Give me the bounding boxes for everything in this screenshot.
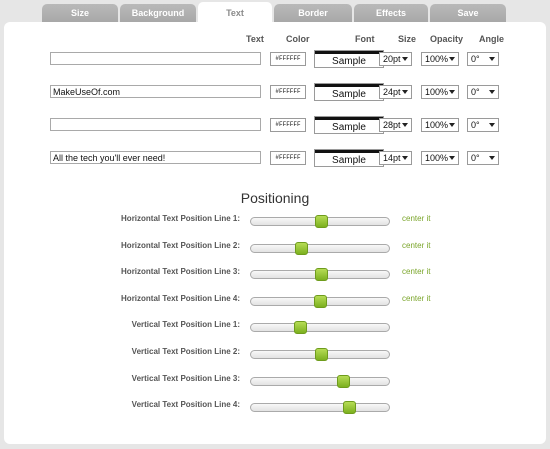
chevron-down-icon xyxy=(402,90,408,94)
chevron-down-icon xyxy=(449,156,455,160)
chevron-down-icon xyxy=(402,57,408,61)
tab-background[interactable]: Background xyxy=(120,4,196,23)
header-text: Text xyxy=(246,34,264,44)
position-label: Horizontal Text Position Line 2: xyxy=(121,240,240,250)
position-slider[interactable] xyxy=(250,241,390,255)
size-select-line-2[interactable]: 24pt xyxy=(379,85,412,99)
opacity-select-line-4[interactable]: 100% xyxy=(421,151,459,165)
size-value: 24pt xyxy=(383,87,401,97)
slider-handle[interactable] xyxy=(315,268,328,282)
opacity-value: 100% xyxy=(425,120,449,130)
opacity-value: 100% xyxy=(425,54,449,64)
position-slider[interactable] xyxy=(250,294,390,308)
chevron-down-icon xyxy=(489,57,495,61)
tab-effects[interactable]: Effects xyxy=(354,4,428,23)
angle-value: 0° xyxy=(471,87,480,97)
slider-handle[interactable] xyxy=(315,215,328,228)
size-value: 28pt xyxy=(383,120,401,130)
header-angle: Angle xyxy=(479,34,505,44)
position-label: Horizontal Text Position Line 1: xyxy=(121,214,240,223)
opacity-select-line-1[interactable]: 100% xyxy=(421,52,459,66)
font-picker-line-1[interactable]: Sample xyxy=(314,50,384,68)
angle-value: 0° xyxy=(471,120,480,130)
chevron-down-icon xyxy=(402,123,408,127)
font-picker-line-3[interactable]: Sample xyxy=(314,116,384,134)
position-slider[interactable] xyxy=(250,321,390,335)
text-input-line-4[interactable] xyxy=(50,151,261,164)
font-picker-line-2[interactable]: Sample xyxy=(314,83,384,101)
size-value: 14pt xyxy=(383,153,401,163)
angle-select-line-4[interactable]: 0° xyxy=(467,151,499,165)
size-select-line-3[interactable]: 28pt xyxy=(379,118,412,132)
angle-value: 0° xyxy=(471,153,480,163)
color-picker-line-3[interactable]: #FFFFFF xyxy=(270,118,306,132)
font-preview-bar xyxy=(315,84,383,87)
tab-border[interactable]: Border xyxy=(274,4,352,23)
text-input-line-2[interactable] xyxy=(50,85,261,98)
center-it-link[interactable]: center it xyxy=(402,294,430,303)
size-select-line-1[interactable]: 20pt xyxy=(379,52,412,66)
font-sample-text: Sample xyxy=(332,155,366,166)
tab-save[interactable]: Save xyxy=(430,4,506,23)
angle-value: 0° xyxy=(471,54,480,64)
font-preview-bar xyxy=(315,117,383,120)
opacity-select-line-3[interactable]: 100% xyxy=(421,118,459,132)
chevron-down-icon xyxy=(489,123,495,127)
position-label: Vertical Text Position Line 4: xyxy=(131,400,240,410)
chevron-down-icon xyxy=(489,90,495,94)
position-label: Horizontal Text Position Line 4: xyxy=(121,293,240,303)
position-slider[interactable] xyxy=(250,215,390,228)
slider-handle[interactable] xyxy=(315,348,328,361)
angle-select-line-3[interactable]: 0° xyxy=(467,118,499,132)
chevron-down-icon xyxy=(449,123,455,127)
color-picker-line-4[interactable]: #FFFFFF xyxy=(270,151,306,165)
header-opacity: Opacity xyxy=(430,34,464,44)
header-color: Color xyxy=(286,34,310,44)
slider-handle[interactable] xyxy=(295,241,309,255)
text-input-line-1[interactable] xyxy=(50,52,261,65)
slider-handle[interactable] xyxy=(343,401,356,415)
slider-handle[interactable] xyxy=(337,374,351,388)
size-select-line-4[interactable]: 14pt xyxy=(379,151,412,165)
opacity-value: 100% xyxy=(425,87,449,97)
font-preview-bar xyxy=(315,51,383,54)
font-sample-text: Sample xyxy=(332,56,366,67)
position-slider[interactable] xyxy=(250,401,390,415)
text-input-line-3[interactable] xyxy=(50,118,261,131)
font-picker-line-4[interactable]: Sample xyxy=(314,149,384,167)
positioning-title: Positioning xyxy=(240,190,310,206)
opacity-value: 100% xyxy=(425,153,449,163)
center-it-link[interactable]: center it xyxy=(402,267,430,276)
chevron-down-icon xyxy=(449,57,455,61)
position-label: Vertical Text Position Line 3: xyxy=(131,373,240,383)
angle-select-line-2[interactable]: 0° xyxy=(467,85,499,99)
font-sample-text: Sample xyxy=(332,122,366,133)
tab-size[interactable]: Size xyxy=(42,4,118,23)
center-it-link[interactable]: center it xyxy=(402,241,430,250)
position-label: Vertical Text Position Line 1: xyxy=(131,320,240,330)
position-slider[interactable] xyxy=(250,348,390,361)
chevron-down-icon xyxy=(449,90,455,94)
color-picker-line-1[interactable]: #FFFFFF xyxy=(270,52,306,66)
chevron-down-icon xyxy=(402,156,408,160)
font-preview-bar xyxy=(315,150,383,153)
opacity-select-line-2[interactable]: 100% xyxy=(421,85,459,99)
slider-handle[interactable] xyxy=(313,294,327,308)
color-picker-line-2[interactable]: #FFFFFF xyxy=(270,85,306,99)
font-sample-text: Sample xyxy=(332,89,366,100)
header-size: Size xyxy=(398,34,417,44)
header-font: Font xyxy=(355,34,375,44)
position-label: Vertical Text Position Line 2: xyxy=(131,347,240,356)
chevron-down-icon xyxy=(489,156,495,160)
size-value: 20pt xyxy=(383,54,401,64)
position-label: Horizontal Text Position Line 3: xyxy=(121,267,240,277)
angle-select-line-1[interactable]: 0° xyxy=(467,52,499,66)
tab-bar: Size Background Text Border Effects Save xyxy=(0,0,550,25)
slider-handle[interactable] xyxy=(294,321,307,335)
position-slider[interactable] xyxy=(250,374,390,388)
position-slider[interactable] xyxy=(250,268,390,282)
center-it-link[interactable]: center it xyxy=(402,214,430,223)
